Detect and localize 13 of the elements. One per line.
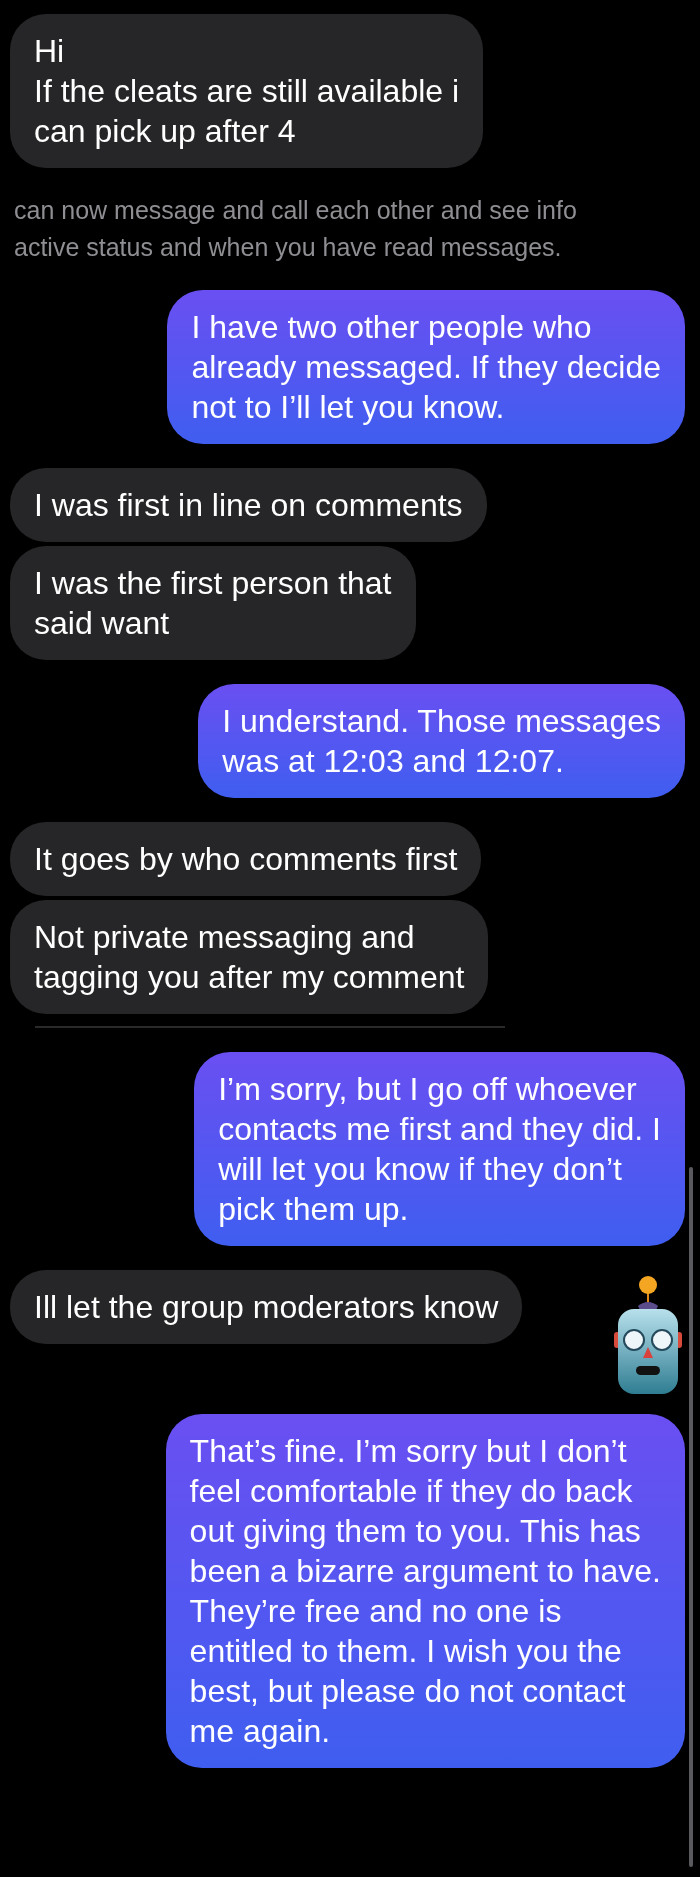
received-message-bubble: I was the first person that said want bbox=[10, 546, 416, 660]
info-text: active status and when you have read messages. bbox=[14, 232, 563, 263]
received-message-bubble: Hi If the cleats are still available i can pick up after 4 bbox=[10, 14, 484, 168]
sent-message-bubble: I’m sorry, but I go off whoever contacts me first and they did. I will let you know if they don’t pick them up. bbox=[194, 1052, 685, 1246]
received-message-bubble: Not private messaging and tagging you after my comment bbox=[10, 900, 489, 1014]
sent-message-bubble: I have two other people who already messaged. If they decide not to I’ll let you know. bbox=[167, 290, 685, 444]
scrollbar[interactable] bbox=[689, 1167, 693, 1867]
info-text: can now message and call each other and see info bbox=[14, 195, 578, 226]
received-message-bubble: I was first in line on comments bbox=[10, 468, 487, 542]
received-message-bubble: It goes by who comments first bbox=[10, 822, 482, 896]
received-message-bubble: Ill let the group moderators know bbox=[10, 1270, 523, 1344]
sent-message-bubble: That’s fine. I’m sorry but I don’t feel comfortable if they do back out giving them to you. This has been a bizarre argument to have. They’re free and no one is entitled to them. I wish you the best, but please do not contact me again. bbox=[165, 1414, 685, 1768]
sent-message-bubble: I understand. Those messages was at 12:03 and 12:07. bbox=[198, 684, 685, 798]
